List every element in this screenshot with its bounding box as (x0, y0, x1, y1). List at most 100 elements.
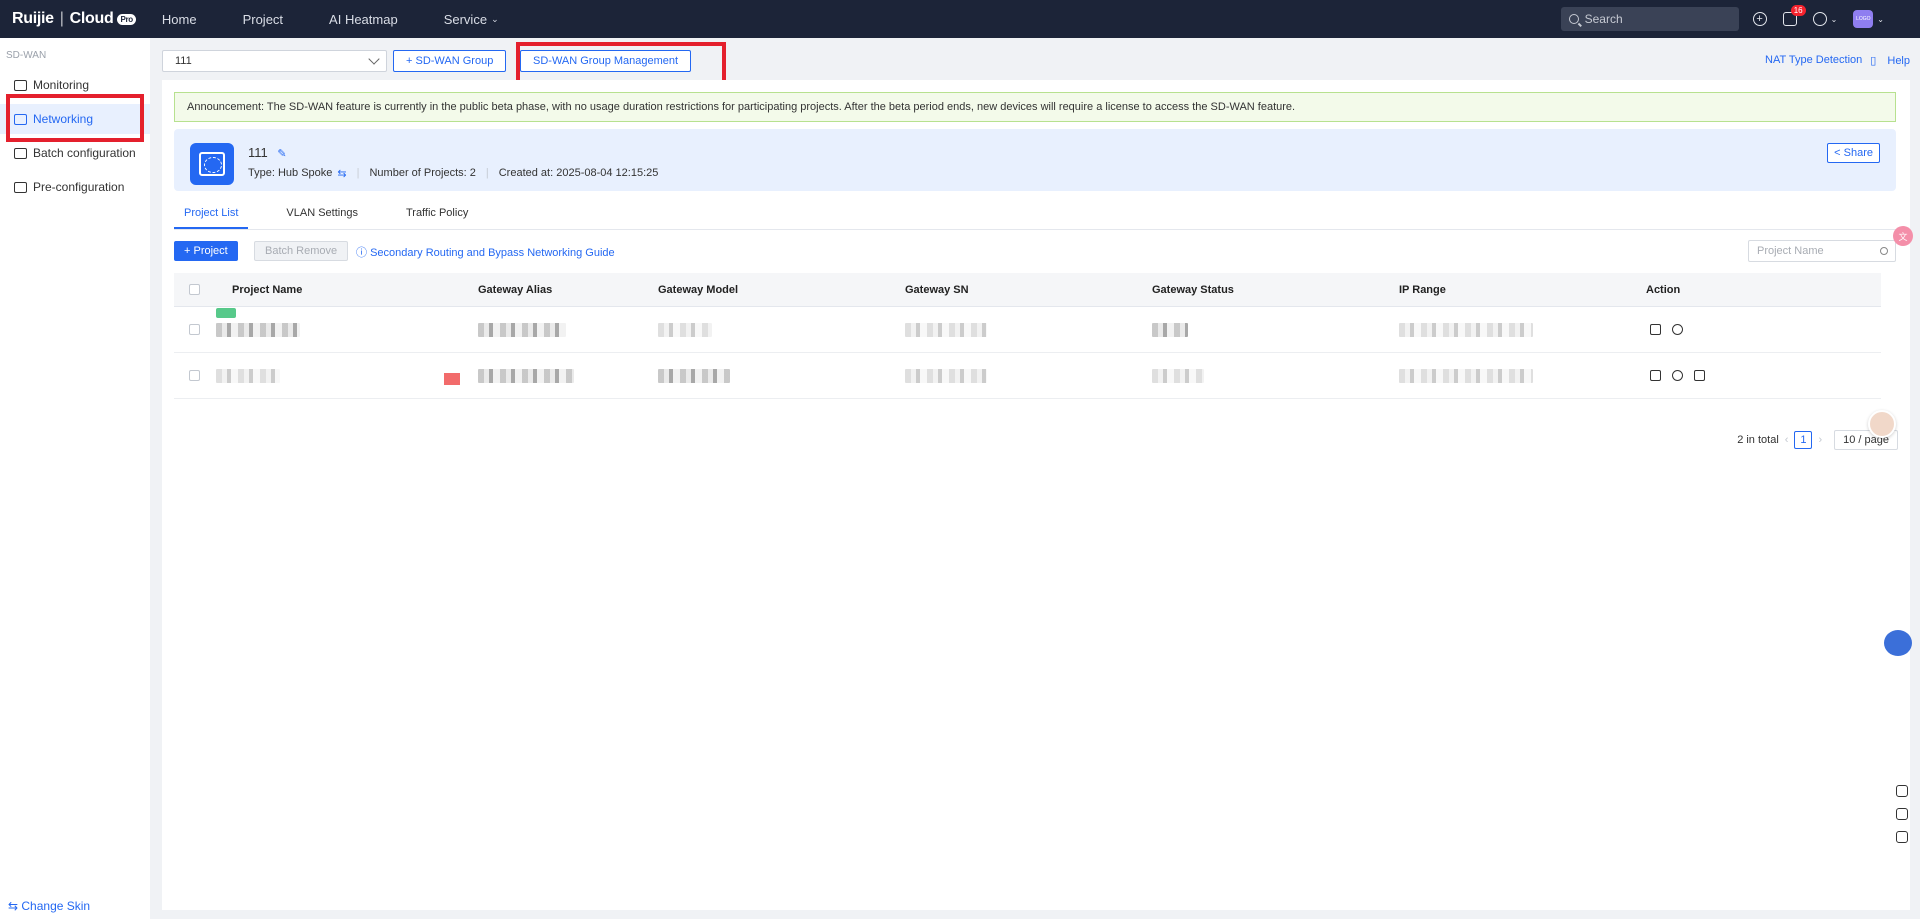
settings-icon[interactable] (1672, 324, 1683, 335)
type-value: Hub Spoke (277, 167, 333, 179)
brand-name: Ruijie (12, 10, 54, 27)
tab-vlan-settings[interactable]: VLAN Settings (276, 200, 368, 229)
gateway-status-cell (1152, 353, 1204, 398)
tab-traffic-policy[interactable]: Traffic Policy (396, 200, 478, 229)
sidebar-item-label: Batch configuration (33, 146, 136, 160)
add-circle-icon[interactable]: + (1752, 12, 1767, 26)
project-name-cell (216, 353, 280, 398)
sidebar-item-pre-configuration[interactable]: Pre-configuration (0, 172, 150, 202)
sdwan-group-management-button[interactable]: SD-WAN Group Management (520, 50, 692, 72)
user-menu[interactable]: LOGO ⌄ (1853, 10, 1884, 28)
projects-value: 2 (469, 167, 476, 179)
nav-project[interactable]: Project (243, 12, 283, 27)
action-cell (1650, 353, 1716, 398)
translate-icon[interactable]: 文 (1893, 226, 1913, 246)
action-cell (1650, 307, 1694, 352)
network-group-icon (190, 143, 234, 185)
share-button[interactable]: < Share (1827, 143, 1880, 163)
search-icon (1880, 247, 1888, 255)
ip-range-cell (1399, 353, 1533, 398)
help-link[interactable]: ▯ Help (1870, 54, 1910, 67)
next-page-icon[interactable]: › (1818, 434, 1822, 446)
nav-service[interactable]: Service ⌄ (444, 12, 499, 27)
brand-logo[interactable]: Ruijie | Cloud Pro (12, 10, 136, 28)
prev-page-icon[interactable]: ‹ (1785, 434, 1789, 446)
gateway-alias-cell (478, 307, 566, 352)
avatar: LOGO (1853, 10, 1874, 28)
sidebar-item-label: Monitoring (33, 78, 90, 92)
select-all-checkbox[interactable] (189, 284, 200, 295)
content-card: Announcement: The SD-WAN feature is curr… (162, 80, 1910, 910)
sidebar-item-networking[interactable]: Networking (0, 104, 150, 134)
brand-sub: Cloud (69, 10, 114, 27)
row-checkbox[interactable] (189, 370, 200, 381)
language-switcher[interactable]: ⌄ (1812, 12, 1837, 26)
nav-home[interactable]: Home (162, 12, 197, 27)
top-right-tools: Search + 16 ⌄ LOGO ⌄ (1560, 0, 1920, 38)
edit-icon[interactable]: ✎ (277, 148, 286, 160)
divider: | (485, 167, 489, 179)
tab-bar: Project List VLAN Settings Traffic Polic… (174, 200, 1896, 230)
ip-range-cell (1399, 307, 1533, 352)
chevron-down-icon (368, 53, 380, 65)
gateway-sn-cell (905, 353, 987, 398)
search-placeholder: Search (1584, 12, 1623, 26)
group-info-card: 111 ✎ Type: Hub Spoke ⇆ | Number of Proj… (174, 129, 1896, 191)
nat-type-detection-link[interactable]: NAT Type Detection (1765, 54, 1862, 67)
project-name-search-input[interactable]: Project Name (1748, 240, 1896, 262)
change-skin-link[interactable]: ⇆ Change Skin (8, 899, 90, 913)
created-value: 2025-08-04 12:15:25 (556, 167, 659, 179)
status-tag (444, 373, 460, 385)
row-checkbox[interactable] (189, 324, 200, 335)
table-row[interactable] (174, 307, 1881, 353)
sidebar-item-label: Pre-configuration (33, 180, 125, 194)
table-row[interactable] (174, 353, 1881, 399)
table-header: Project Name Gateway Alias Gateway Model… (174, 273, 1881, 307)
tab-project-list[interactable]: Project List (174, 200, 249, 229)
networking-guide-link[interactable]: ⓘ Secondary Routing and Bypass Networkin… (356, 244, 615, 260)
group-name-text: 111 (248, 145, 268, 160)
col-ip-range: IP Range (1399, 283, 1446, 296)
add-sdwan-group-button[interactable]: + SD-WAN Group (393, 50, 507, 72)
batch-remove-button[interactable]: Batch Remove (254, 241, 349, 261)
clipboard-icon[interactable] (1896, 831, 1908, 843)
help-label: Help (1887, 55, 1910, 67)
edit-icon[interactable] (1650, 370, 1661, 381)
group-select-value: 111 (175, 55, 192, 67)
right-tool-strip (1896, 785, 1908, 854)
sidebar-section-title: SD-WAN (6, 50, 47, 61)
group-meta: Type: Hub Spoke ⇆ | Number of Projects: … (248, 167, 658, 180)
sidebar: SD-WAN Monitoring Networking Batch confi… (0, 38, 150, 919)
share-label: Share (1843, 147, 1873, 159)
col-gateway-status: Gateway Status (1152, 283, 1234, 296)
global-search-input[interactable]: Search (1560, 7, 1739, 31)
sidebar-item-label: Networking (33, 112, 94, 126)
swap-icon[interactable]: ⇆ (337, 167, 346, 180)
gateway-sn-cell (905, 307, 987, 352)
batch-icon (14, 147, 27, 159)
monitor-icon (14, 79, 27, 91)
chevron-down-icon: ⌄ (1877, 14, 1884, 24)
nav-service-label: Service (443, 11, 488, 27)
edit-icon[interactable] (1650, 324, 1661, 335)
sidebar-item-batch-configuration[interactable]: Batch configuration (0, 138, 150, 168)
gateway-alias-cell (478, 353, 574, 398)
delete-icon[interactable] (1694, 370, 1705, 381)
settings-icon[interactable] (1672, 370, 1683, 381)
sidebar-item-monitoring[interactable]: Monitoring (0, 70, 150, 100)
top-links: NAT Type Detection ▯ Help (1757, 54, 1910, 67)
add-project-button[interactable]: + Project (174, 241, 238, 261)
group-select[interactable]: 111 (162, 50, 387, 72)
feedback-icon[interactable] (1896, 808, 1908, 820)
chat-icon[interactable] (1896, 785, 1908, 797)
notification-badge: 16 (1790, 5, 1806, 16)
projects-label: Number of Projects: (369, 167, 467, 179)
preconfig-icon (14, 181, 27, 193)
gateway-model-cell (658, 353, 730, 398)
announcement-banner: Announcement: The SD-WAN feature is curr… (174, 92, 1896, 122)
page-1-button[interactable]: 1 (1794, 431, 1813, 449)
nav-ai-heatmap[interactable]: AI Heatmap (329, 12, 398, 27)
message-icon[interactable]: 16 (1782, 5, 1806, 26)
assistant-avatar-icon[interactable] (1868, 410, 1896, 438)
robot-assistant-icon[interactable] (1884, 630, 1912, 656)
